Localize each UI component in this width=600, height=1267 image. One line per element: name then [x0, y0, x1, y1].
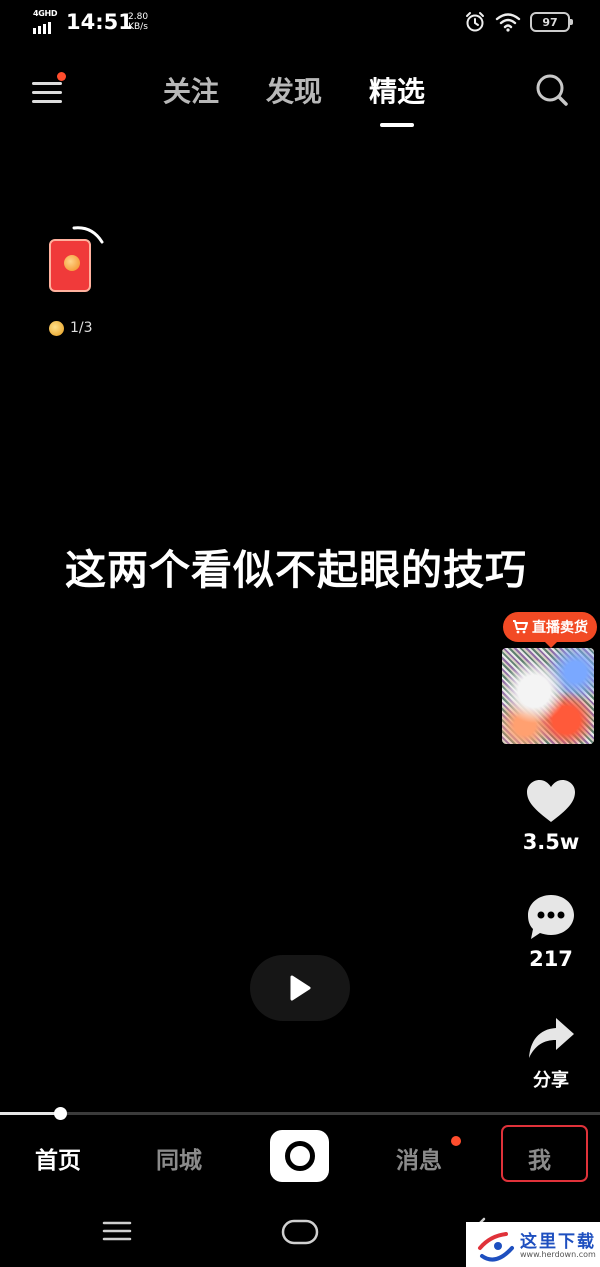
like-button[interactable]: 3.5w	[516, 778, 586, 854]
live-selling-tag[interactable]: 直播卖货	[503, 612, 597, 648]
heart-icon	[527, 780, 575, 822]
search-button[interactable]	[532, 70, 572, 110]
envelope-progress-text: 1/3	[70, 320, 93, 336]
share-arrow-icon	[529, 1018, 574, 1058]
notification-dot	[57, 72, 66, 81]
network-speed: 2.80 KB/s	[128, 12, 148, 32]
author-avatar[interactable]	[502, 648, 594, 744]
tab-featured[interactable]: 精选	[369, 70, 425, 110]
share-label: 分享	[533, 1070, 569, 1091]
like-count: 3.5w	[522, 830, 580, 854]
status-bar: 4GHD 14:51 2.80 KB/s 97	[0, 0, 600, 46]
envelope-progress: 1/3	[49, 320, 93, 336]
comment-count: 217	[529, 947, 573, 971]
tab-following[interactable]: 关注	[163, 70, 219, 110]
watermark-logo-icon	[478, 1232, 514, 1262]
comment-bubble-icon	[528, 895, 574, 939]
progress-handle[interactable]	[54, 1107, 67, 1120]
home-icon[interactable]	[281, 1218, 319, 1246]
tab-discover[interactable]: 发现	[266, 70, 322, 110]
speed-value: 2.80	[128, 12, 149, 22]
watermark-title: 这里下载	[520, 1232, 596, 1252]
play-button[interactable]	[250, 955, 350, 1021]
video-progress-bar[interactable]	[0, 1107, 600, 1120]
watermark-url: www.herdown.com	[520, 1250, 596, 1259]
battery-indicator: 97	[530, 12, 573, 32]
search-icon	[536, 74, 568, 106]
recent-apps-icon[interactable]	[102, 1220, 132, 1242]
tab-me[interactable]: 我	[528, 1141, 551, 1175]
cellular-signal-icon: 4GHD	[33, 9, 59, 34]
camera-shutter-icon	[284, 1141, 315, 1171]
tab-city[interactable]: 同城	[156, 1141, 202, 1175]
alarm-icon	[466, 12, 484, 32]
live-selling-label: 直播卖货	[532, 620, 588, 636]
red-envelope-icon	[49, 239, 91, 292]
status-time: 14:51	[66, 10, 133, 34]
shopping-cart-icon	[513, 620, 528, 634]
video-caption: 这两个看似不起眼的技巧	[65, 546, 527, 594]
network-type: 4GHD	[33, 9, 58, 18]
feed-tabs: 关注 发现 精选	[163, 70, 425, 110]
progress-fill	[0, 1112, 60, 1115]
tab-messages[interactable]: 消息	[396, 1141, 442, 1175]
play-icon	[290, 975, 311, 1001]
create-button[interactable]	[270, 1130, 329, 1182]
top-nav: 关注 发现 精选	[0, 62, 600, 122]
comment-button[interactable]: 217	[516, 893, 586, 971]
gold-coin-icon	[49, 320, 64, 336]
bottom-tab-bar: 首页 同城 消息 我	[0, 1125, 600, 1190]
tab-home[interactable]: 首页	[35, 1141, 81, 1175]
menu-button[interactable]	[30, 72, 66, 108]
speed-unit: KB/s	[128, 22, 148, 32]
messages-notification-dot	[451, 1136, 461, 1146]
battery-level: 97	[542, 15, 558, 29]
site-watermark: 这里下载 www.herdown.com	[466, 1222, 600, 1267]
share-button[interactable]: 分享	[516, 1016, 586, 1092]
wifi-icon	[495, 13, 521, 32]
